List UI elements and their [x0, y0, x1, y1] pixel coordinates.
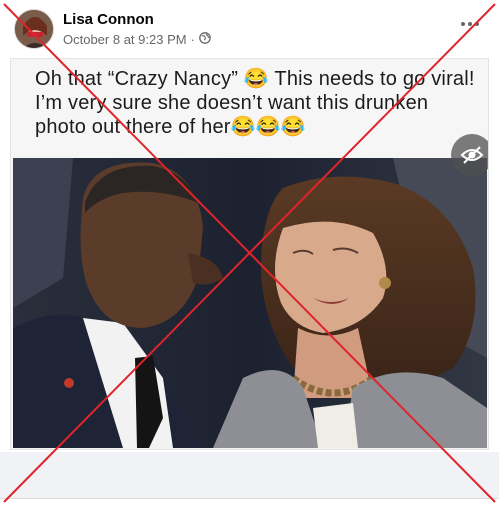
post-meta: October 8 at 9:23 PM ·: [63, 32, 211, 47]
image-caption: Oh that “Crazy Nancy” 😂 This needs to go…: [35, 68, 475, 138]
eye-slash-icon[interactable]: [451, 134, 488, 176]
post-image[interactable]: Oh that “Crazy Nancy” 😂 This needs to go…: [10, 58, 489, 450]
globe-icon: [199, 32, 211, 47]
post-header: Lisa Connon October 8 at 9:23 PM ·: [0, 0, 499, 56]
post-photo: [13, 158, 487, 448]
meta-separator: ·: [190, 32, 195, 47]
more-options-icon[interactable]: [457, 14, 483, 34]
post-timestamp[interactable]: October 8 at 9:23 PM: [63, 32, 187, 47]
post-footer: [0, 452, 499, 498]
divider: [0, 498, 499, 499]
author-avatar[interactable]: [14, 9, 54, 49]
author-name[interactable]: Lisa Connon: [63, 11, 154, 28]
